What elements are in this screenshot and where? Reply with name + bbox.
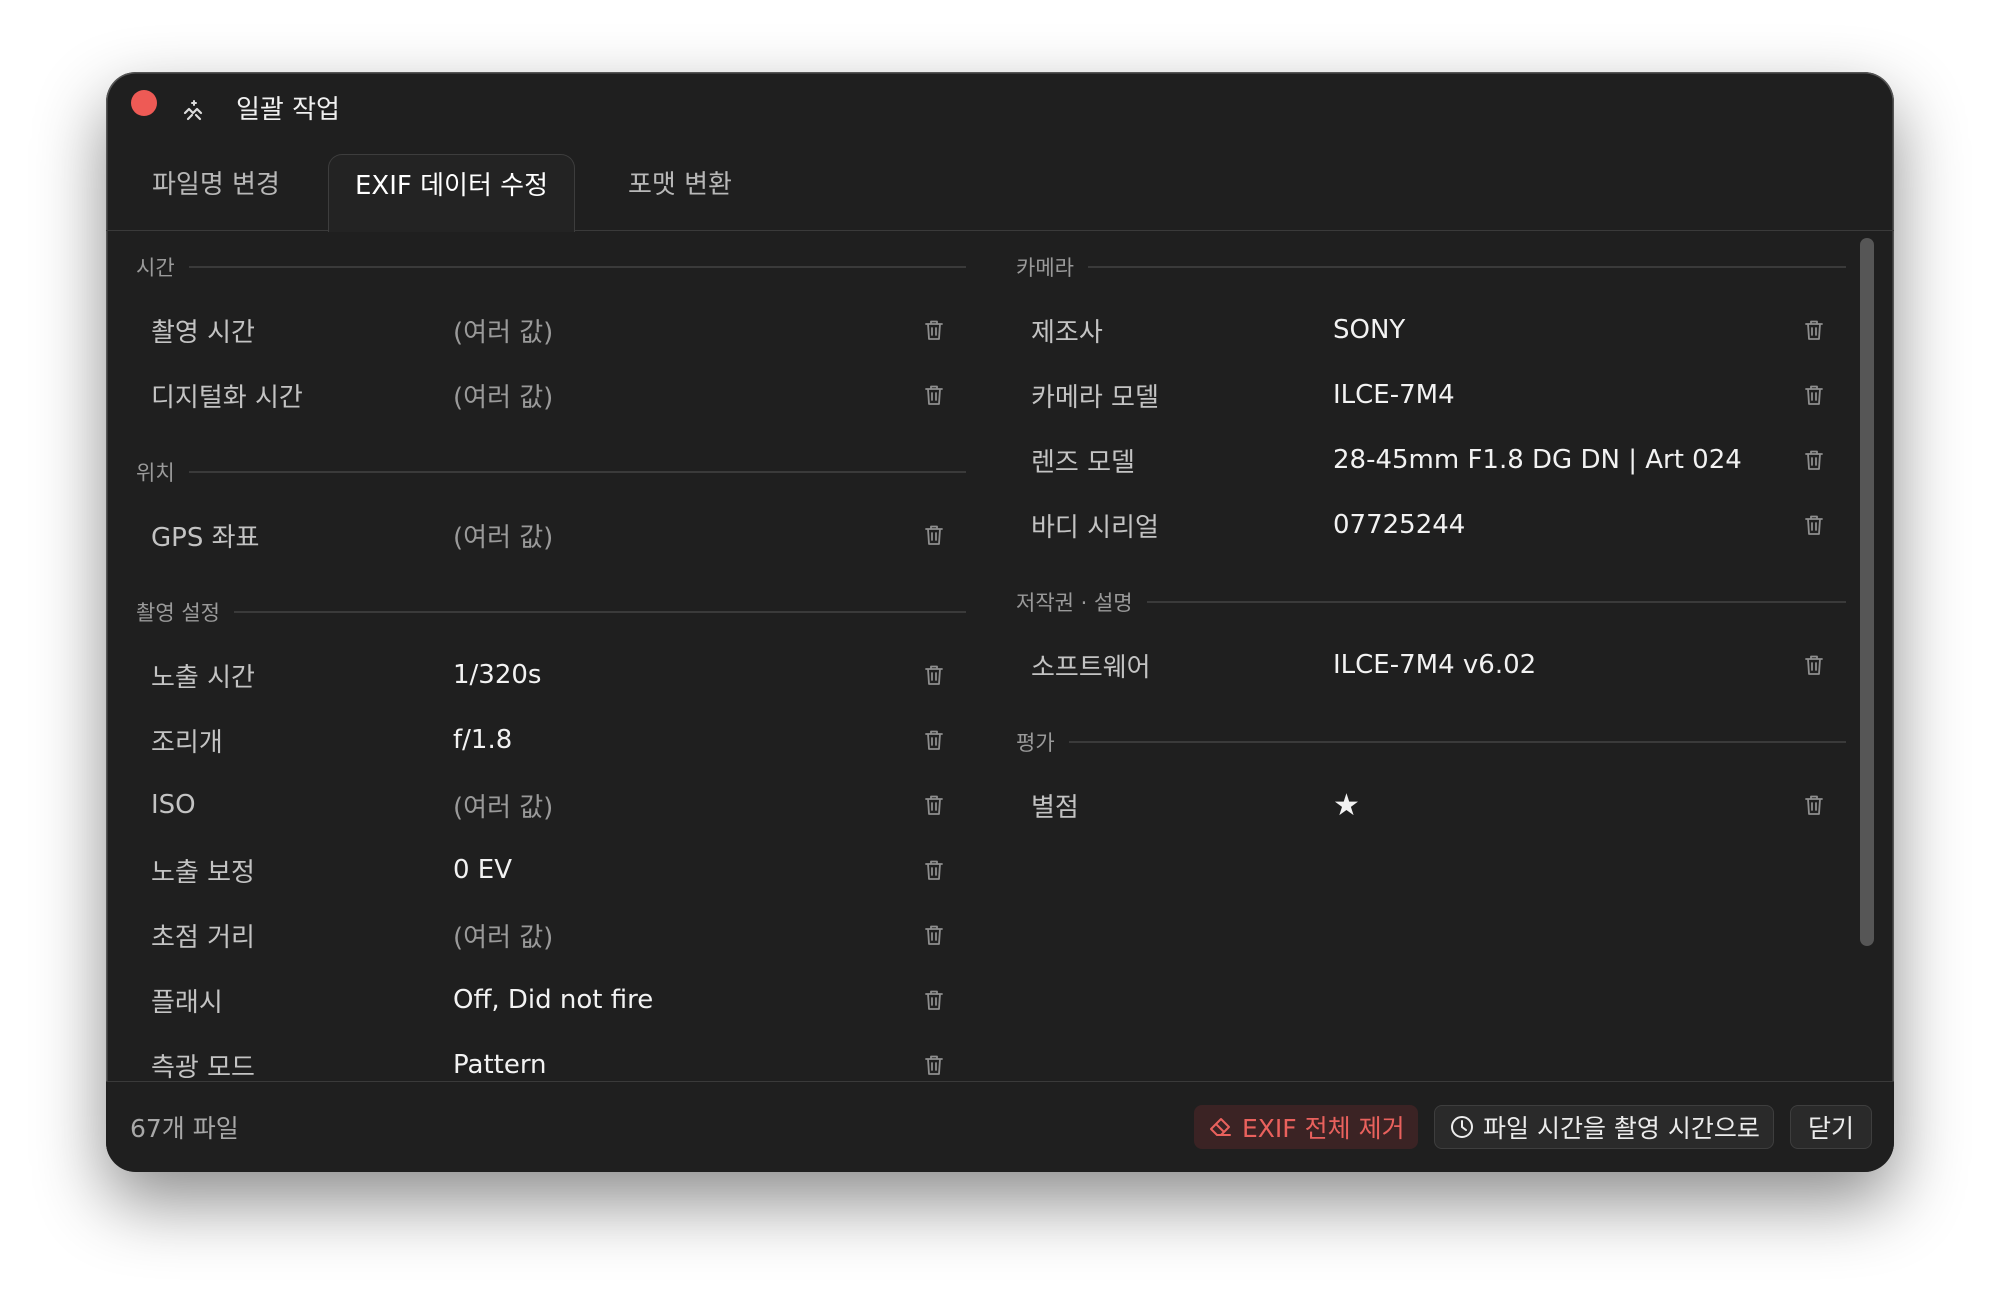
field-label: 측광 모드 (151, 1052, 255, 1083)
trash-icon[interactable] (1803, 513, 1825, 537)
tab-format-convert[interactable]: 포맷 변환 (602, 154, 758, 230)
trash-icon[interactable] (923, 858, 945, 882)
eraser-icon (1210, 1118, 1231, 1136)
field-value[interactable]: 1/320s (453, 660, 541, 690)
section-title: 카메라 (1016, 256, 1074, 280)
field-label: 초점 거리 (151, 922, 255, 953)
field-value[interactable]: (여러 값) (453, 312, 553, 349)
remove-all-exif-button[interactable]: EXIF 전체 제거 (1194, 1105, 1418, 1149)
section-shooting-settings: 촬영 설정 (136, 597, 966, 627)
trash-icon[interactable] (1803, 793, 1825, 817)
section-location: 위치 (136, 457, 966, 487)
scrollbar-thumb[interactable] (1860, 238, 1874, 946)
field-value[interactable]: ILCE-7M4 v6.02 (1333, 650, 1536, 680)
section-copyright: 저작권 · 설명 (1016, 587, 1846, 617)
close-window-button[interactable] (131, 90, 157, 116)
field-value[interactable]: f/1.8 (453, 725, 512, 755)
magic-wand-icon (183, 100, 203, 121)
field-label: 카메라 모델 (1031, 382, 1159, 413)
remove-all-exif-label: EXIF 전체 제거 (1242, 1114, 1405, 1143)
field-value[interactable]: ILCE-7M4 (1333, 380, 1455, 410)
trash-icon[interactable] (923, 318, 945, 342)
field-value[interactable]: (여러 값) (453, 377, 553, 414)
trash-icon[interactable] (1803, 653, 1825, 677)
trash-icon[interactable] (1803, 448, 1825, 472)
field-value[interactable]: 28-45mm F1.8 DG DN | Art 024 (1333, 445, 1742, 475)
section-title: 저작권 · 설명 (1016, 591, 1133, 615)
field-label: 렌즈 모델 (1031, 447, 1135, 478)
window-title: 일괄 작업 (236, 95, 340, 125)
field-value[interactable]: Pattern (453, 1050, 547, 1080)
batch-operation-window: 일괄 작업 파일명 변경 EXIF 데이터 수정 포맷 변환 시간 촬영 시간 … (106, 72, 1894, 1172)
field-label: 제조사 (1031, 317, 1103, 348)
section-rating: 평가 (1016, 727, 1846, 757)
field-label: 바디 시리얼 (1031, 512, 1159, 543)
field-label: 디지털화 시간 (151, 382, 303, 413)
field-value[interactable]: (여러 값) (453, 917, 553, 954)
close-button[interactable]: 닫기 (1790, 1105, 1872, 1149)
field-value[interactable]: SONY (1333, 315, 1405, 345)
section-title: 위치 (136, 461, 175, 485)
trash-icon[interactable] (923, 523, 945, 547)
field-label: 촬영 시간 (151, 317, 255, 348)
section-time: 시간 (136, 252, 966, 282)
field-label: 플래시 (151, 987, 223, 1018)
field-value[interactable]: (여러 값) (453, 517, 553, 554)
trash-icon[interactable] (923, 1053, 945, 1077)
tab-rename[interactable]: 파일명 변경 (126, 154, 306, 230)
trash-icon[interactable] (1803, 383, 1825, 407)
field-value[interactable]: (여러 값) (453, 787, 553, 824)
section-title: 평가 (1016, 731, 1055, 755)
field-label: 노출 보정 (151, 857, 255, 888)
title-bar: 일괄 작업 (106, 72, 1894, 142)
field-label: ISO (151, 790, 196, 820)
exif-form[interactable]: 시간 촬영 시간 (여러 값) 디지털화 시간 (여러 값) 위치 GPS 좌표… (106, 230, 1894, 1085)
set-file-time-to-capture-time-button[interactable]: 파일 시간을 촬영 시간으로 (1434, 1105, 1774, 1149)
tab-bar: 파일명 변경 EXIF 데이터 수정 포맷 변환 (106, 154, 1894, 232)
clock-icon (1451, 1116, 1473, 1138)
field-label: 노출 시간 (151, 662, 255, 693)
trash-icon[interactable] (923, 793, 945, 817)
footer-bar: 67개 파일 EXIF 전체 제거 파일 시간을 촬영 시간으로 닫기 (106, 1081, 1894, 1172)
file-count: 67개 파일 (130, 1114, 239, 1143)
trash-icon[interactable] (923, 988, 945, 1012)
section-title: 촬영 설정 (136, 601, 220, 625)
field-label: 조리개 (151, 727, 223, 758)
section-title: 시간 (136, 256, 175, 280)
field-value[interactable]: 0 EV (453, 855, 512, 885)
field-label: 별점 (1031, 792, 1079, 823)
field-label: GPS 좌표 (151, 522, 260, 553)
trash-icon[interactable] (1803, 318, 1825, 342)
tab-exif-edit[interactable]: EXIF 데이터 수정 (328, 154, 575, 232)
trash-icon[interactable] (923, 383, 945, 407)
trash-icon[interactable] (923, 923, 945, 947)
field-value[interactable]: Off, Did not fire (453, 985, 653, 1015)
trash-icon[interactable] (923, 663, 945, 687)
set-file-time-label: 파일 시간을 촬영 시간으로 (1483, 1114, 1760, 1143)
field-label: 소프트웨어 (1031, 652, 1151, 683)
trash-icon[interactable] (923, 728, 945, 752)
scrollbar[interactable] (1860, 230, 1874, 1085)
section-camera: 카메라 (1016, 252, 1846, 282)
rating-star[interactable]: ★ (1333, 788, 1360, 823)
field-value[interactable]: 07725244 (1333, 510, 1465, 540)
